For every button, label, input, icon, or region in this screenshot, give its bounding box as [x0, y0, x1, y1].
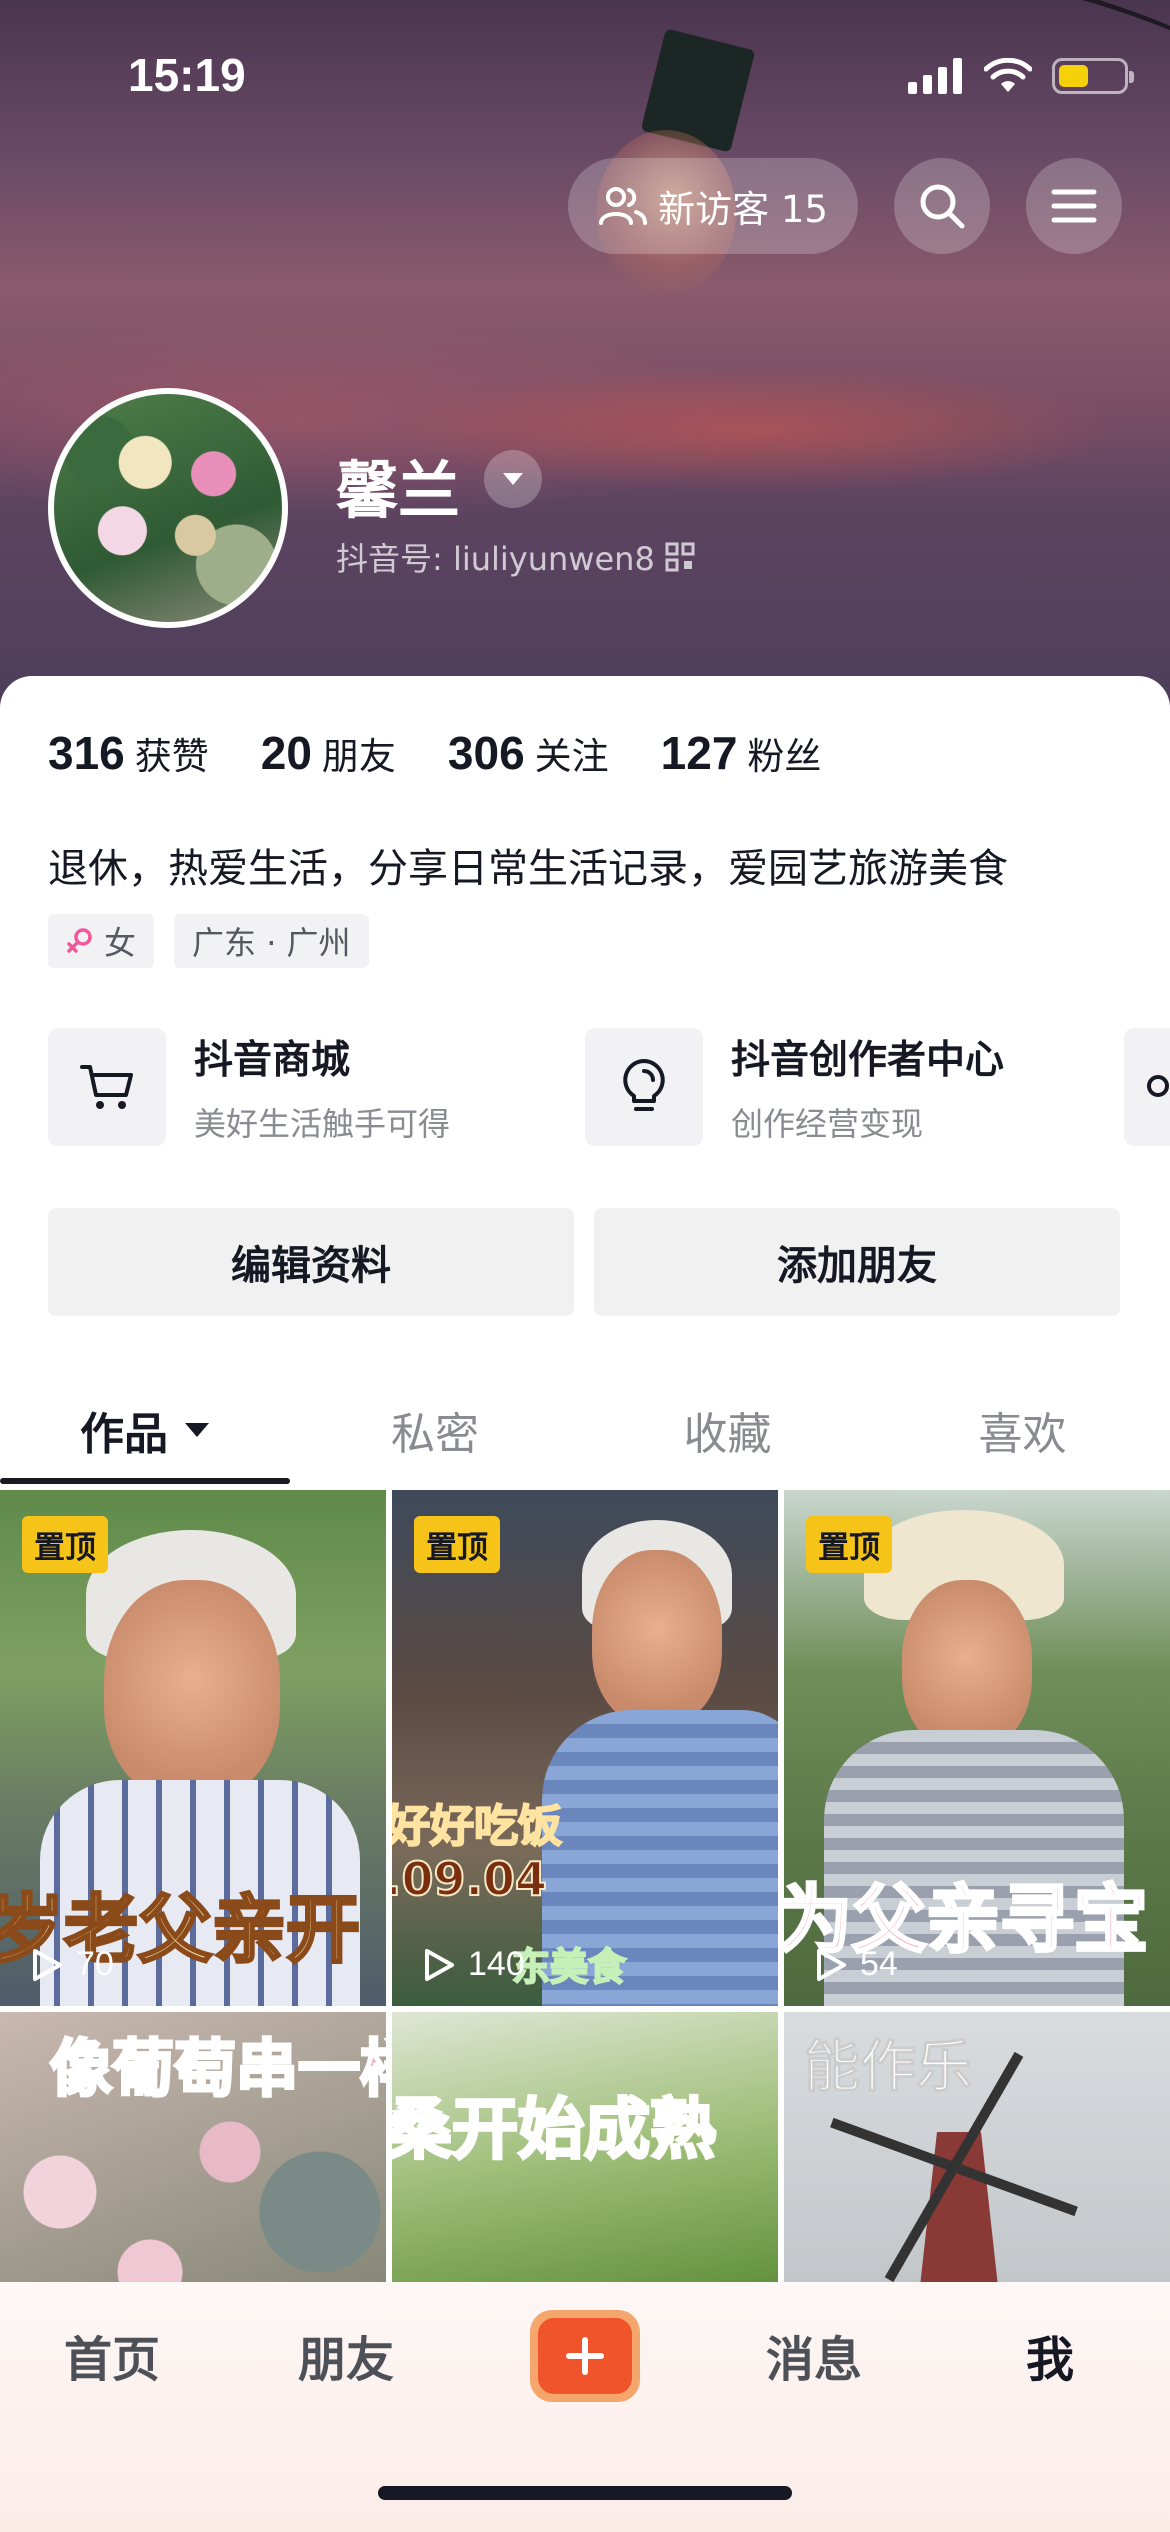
search-icon: [920, 184, 965, 229]
location-tag[interactable]: 广东 · 广州: [174, 914, 369, 968]
play-icon: [817, 1948, 846, 1981]
more-services-entry[interactable]: [1124, 1028, 1170, 1146]
play-count-value: 54: [860, 1945, 898, 1983]
service-title: 抖音创作者中心: [731, 1038, 1005, 1083]
play-count-value: 70: [76, 1945, 114, 1983]
search-button[interactable]: [894, 158, 990, 254]
tab-favorites[interactable]: 收藏: [580, 1380, 875, 1480]
lightbulb-icon: [585, 1028, 703, 1146]
profile-stats: 316 获赞 20 朋友 306 关注 127 粉丝: [48, 726, 873, 786]
menu-button[interactable]: [1026, 158, 1122, 254]
account-switch-button[interactable]: [484, 450, 542, 508]
tab-works[interactable]: 作品: [0, 1380, 290, 1480]
following-stat[interactable]: 306 关注: [448, 726, 609, 780]
shopping-cart-icon: [48, 1028, 166, 1146]
douyin-mall-entry[interactable]: 抖音商城 美好生活触手可得: [48, 1028, 450, 1146]
profile-bio[interactable]: 退休，热爱生活，分享日常生活记录，爱园艺旅游美食: [48, 836, 1008, 894]
new-visitors-label: 新访客 15: [658, 188, 828, 231]
friends-stat[interactable]: 20 朋友: [261, 726, 396, 780]
douyin-id-text: 抖音号: liuliyunwen8: [336, 540, 655, 578]
friends-count: 20: [260, 727, 312, 779]
play-icon: [33, 1948, 62, 1981]
video-tile[interactable]: 岁老父亲开 置顶 70: [0, 1490, 386, 2006]
followers-count: 127: [660, 727, 738, 779]
content-tabs: 作品 私密 收藏 喜欢: [0, 1380, 1170, 1484]
nav-messages[interactable]: 消息: [766, 2320, 862, 2390]
wifi-icon: [984, 58, 1032, 92]
caret-down-icon: [503, 473, 523, 485]
followers-label: 粉丝: [747, 735, 822, 778]
video-overlay-text: 像葡萄串一样: [48, 2031, 386, 2107]
service-icon-partial: [1147, 1075, 1169, 1097]
likes-label: 获赞: [134, 735, 209, 778]
followers-stat[interactable]: 127 粉丝: [661, 726, 822, 780]
service-subtitle: 美好生活触手可得: [194, 1105, 451, 1143]
video-caption-text: 东美食: [511, 1944, 627, 1990]
following-label: 关注: [534, 735, 609, 778]
video-overlay-text: 能作乐: [804, 2035, 973, 2101]
play-count-value: 140: [468, 1945, 525, 1983]
play-count: 140: [422, 1945, 525, 1984]
pinned-badge: 置顶: [414, 1516, 500, 1573]
following-count: 306: [447, 727, 525, 779]
gender-tag[interactable]: 女: [48, 914, 155, 968]
pinned-badge: 置顶: [806, 1516, 892, 1573]
status-icons: [908, 56, 1134, 96]
active-tab-indicator: [0, 1478, 290, 1484]
tab-private[interactable]: 私密: [290, 1380, 580, 1480]
qr-code-icon: [665, 542, 695, 572]
profile-tags: 女 广东 · 广州: [48, 914, 369, 968]
nickname[interactable]: 馨兰: [336, 440, 460, 530]
add-friends-button[interactable]: 添加朋友: [594, 1208, 1120, 1316]
play-icon: [425, 1948, 454, 1981]
video-tile[interactable]: 好好吃饭 .09.04 东美食 置顶 140: [392, 1490, 778, 2006]
caret-down-icon: [185, 1423, 209, 1437]
likes-stat[interactable]: 316 获赞: [48, 726, 209, 780]
video-overlay-text: 好好吃饭: [392, 1800, 563, 1853]
likes-count: 316: [48, 727, 125, 779]
douyin-id[interactable]: 抖音号: liuliyunwen8: [336, 534, 695, 580]
tab-works-label: 作品: [80, 1409, 168, 1460]
people-icon: [599, 187, 648, 225]
tab-likes[interactable]: 喜欢: [875, 1380, 1170, 1480]
edit-profile-button[interactable]: 编辑资料: [48, 1208, 574, 1316]
video-overlay-text: 桑开始成熟: [392, 2090, 718, 2170]
create-post-button[interactable]: [530, 2310, 640, 2402]
signal-icon: [908, 58, 962, 94]
service-subtitle: 创作经营变现: [731, 1105, 924, 1143]
gender-label: 女: [104, 924, 137, 962]
new-visitors-button[interactable]: 新访客 15: [568, 158, 858, 254]
nav-me[interactable]: 我: [1026, 2320, 1074, 2390]
home-indicator: [378, 2486, 792, 2500]
location-label: 广东 · 广州: [192, 924, 351, 962]
female-icon: [67, 928, 92, 953]
nav-friends[interactable]: 朋友: [298, 2320, 394, 2390]
plus-icon: [566, 2337, 604, 2375]
hamburger-menu-icon: [1051, 189, 1097, 223]
play-count: 70: [30, 1945, 114, 1984]
creator-center-entry[interactable]: 抖音创作者中心 创作经营变现: [585, 1028, 1004, 1146]
video-date-text: .09.04: [392, 1851, 548, 1907]
avatar[interactable]: [48, 388, 288, 628]
video-tile[interactable]: 为父亲寻宝 置顶 54: [784, 1490, 1170, 2006]
friends-label: 朋友: [321, 735, 396, 778]
nav-home[interactable]: 首页: [64, 2320, 160, 2390]
pinned-badge: 置顶: [22, 1516, 108, 1573]
battery-icon: [1052, 58, 1134, 94]
service-title: 抖音商城: [194, 1038, 351, 1083]
play-count: 54: [814, 1945, 898, 1984]
status-time: 15:19: [128, 49, 246, 101]
